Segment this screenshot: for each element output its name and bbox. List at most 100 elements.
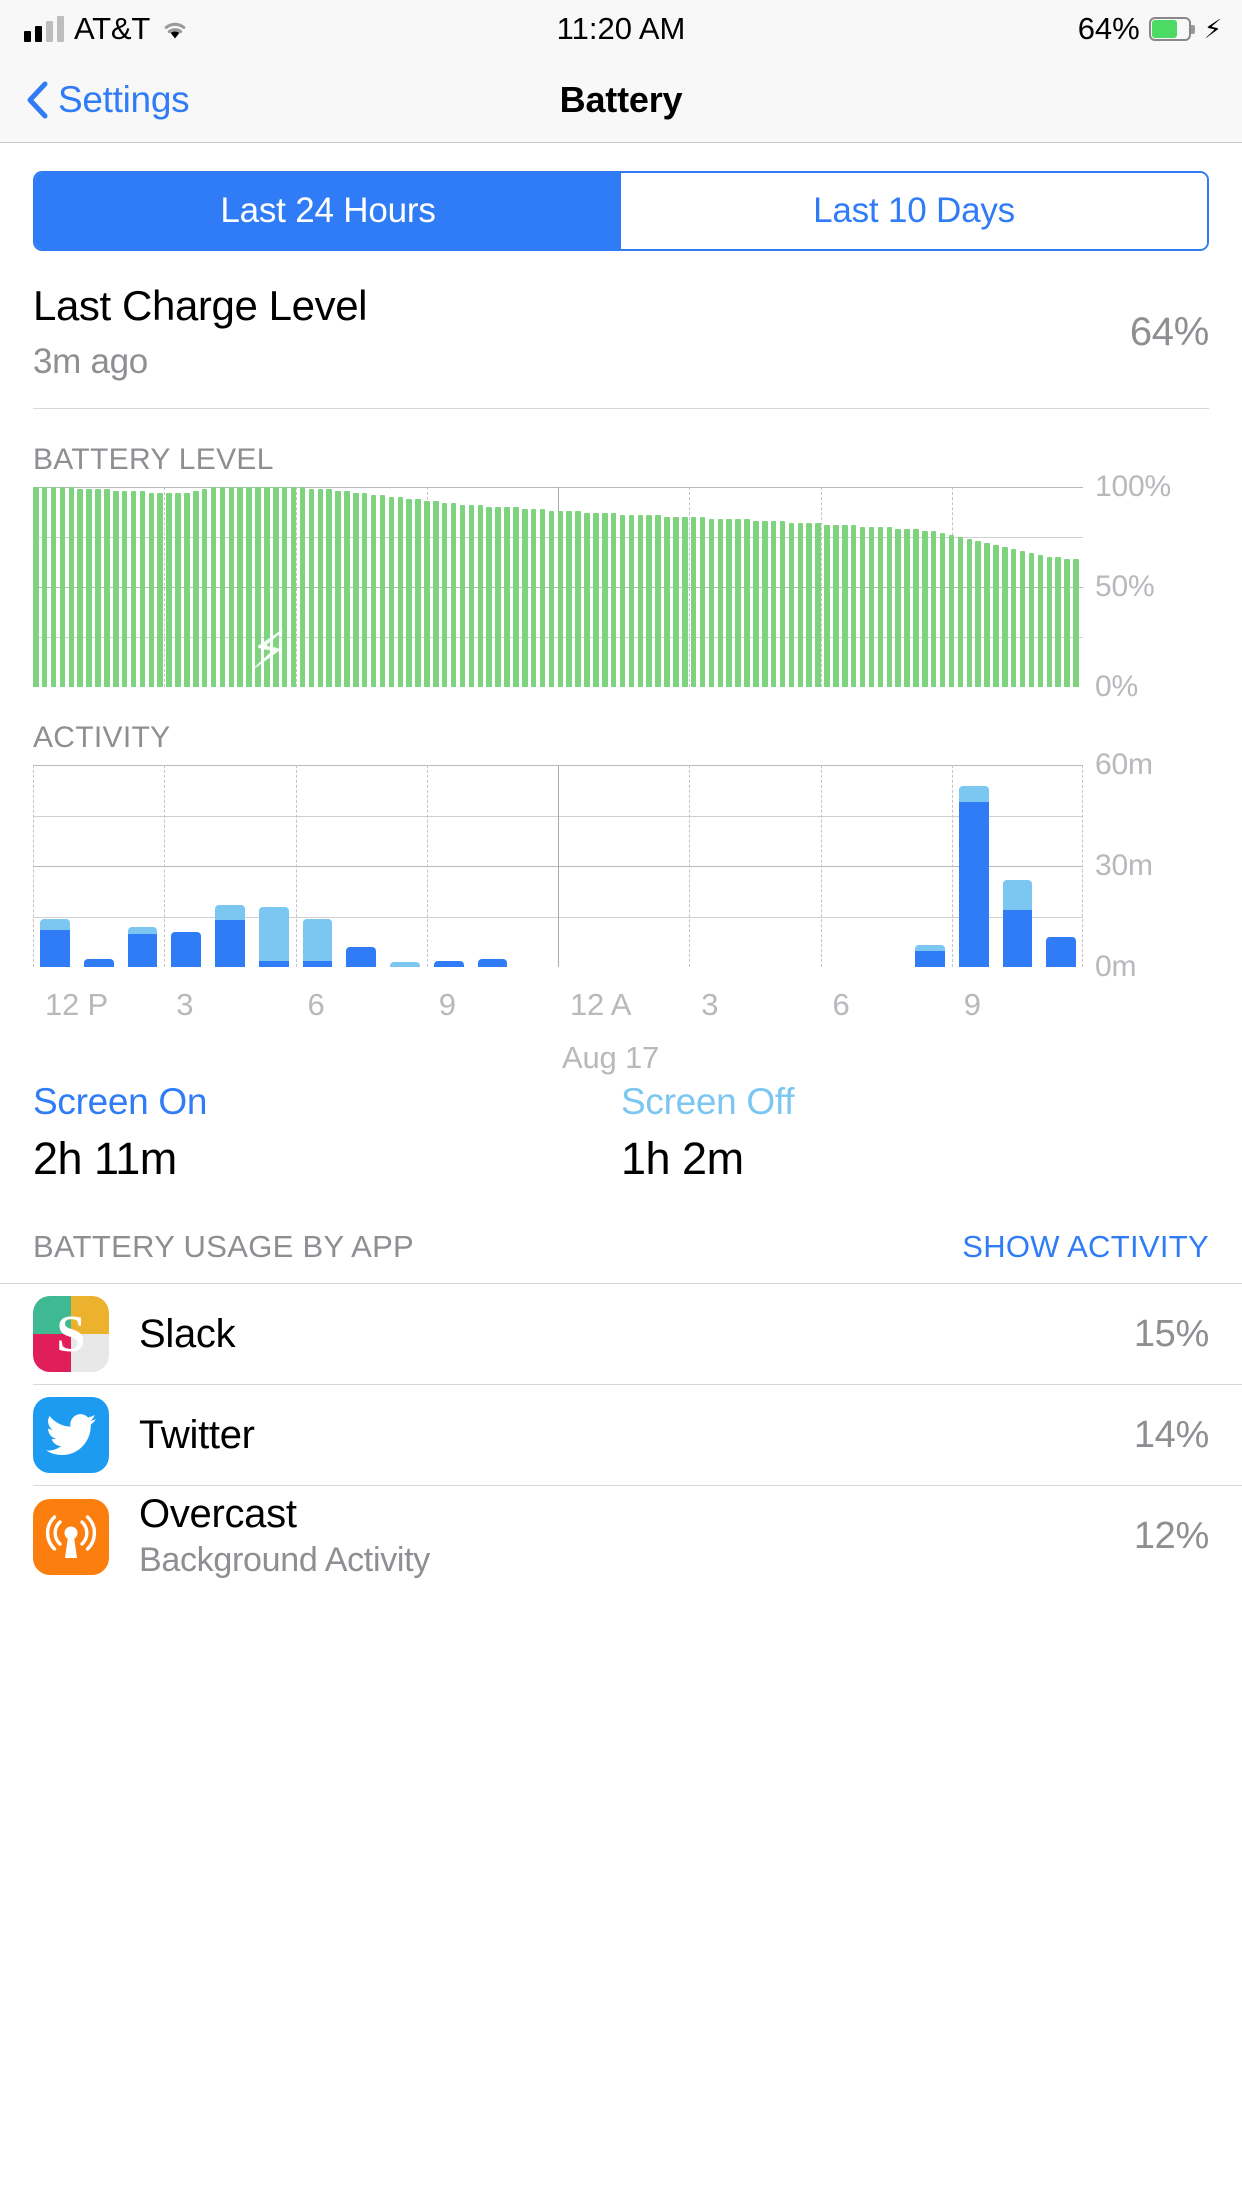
battery-level-bar: [726, 519, 732, 688]
activity-ytick-0m: 0m: [1095, 950, 1137, 984]
app-meta: Twitter: [139, 1414, 1134, 1456]
battery-level-bar: [379, 495, 386, 688]
clock: 11:20 AM: [556, 11, 686, 46]
battery-level-bar: [1037, 555, 1044, 688]
activity-bar-screen-on: [83, 958, 114, 968]
battery-level-bar: [201, 489, 208, 688]
activity-bar-screen-off: [1002, 879, 1033, 911]
activity-section-label: ACTIVITY: [33, 721, 171, 755]
screen-on-block: Screen On 2h 11m: [33, 1081, 621, 1185]
battery-level-section-label: BATTERY LEVEL: [33, 443, 274, 477]
app-name: Overcast: [139, 1492, 297, 1537]
battery-level-bar: [1055, 557, 1061, 688]
screen-off-block: Screen Off 1h 2m: [621, 1081, 1209, 1185]
tab-last-10-days[interactable]: Last 10 Days: [621, 173, 1207, 249]
activity-bar: [215, 905, 245, 968]
battery-level-bar: [477, 505, 484, 688]
battery-level-bar: [664, 517, 670, 688]
battery-level-bar: [290, 487, 297, 688]
battery-level-bar: [628, 515, 635, 688]
table-row[interactable]: Overcast Background Activity 12%: [33, 1486, 1242, 1587]
battery-level-bar: [299, 487, 306, 688]
last-charge-title: Last Charge Level: [33, 282, 368, 329]
activity-x-label: 6: [307, 987, 325, 1023]
battery-level-bar: [682, 517, 688, 688]
activity-bar: [258, 906, 289, 968]
battery-level-bar: [806, 523, 812, 688]
activity-x-label: 12 P: [45, 987, 108, 1023]
battery-level-bar: [637, 515, 644, 688]
battery-level-bar: [433, 501, 439, 688]
battery-level-bar: [486, 507, 492, 688]
app-percent: 15%: [1133, 1312, 1209, 1355]
battery-level-bar: [521, 509, 528, 688]
activity-bar: [127, 926, 158, 968]
activity-bar-screen-off: [40, 918, 70, 931]
battery-level-bar: [646, 515, 652, 688]
activity-bar: [302, 918, 333, 968]
battery-level-bar: [779, 521, 786, 688]
battery-level-bar: [655, 515, 661, 688]
battery-ytick-50: 50%: [1095, 570, 1155, 604]
activity-bar-screen-on: [958, 802, 989, 968]
battery-level-bar: [975, 541, 981, 688]
battery-level-bar: [1010, 549, 1017, 688]
battery-level-bar: [939, 533, 946, 688]
activity-bar: [83, 958, 114, 968]
app-meta: Slack: [139, 1313, 1134, 1355]
activity-bar-screen-on: [433, 960, 464, 968]
battery-level-bar: [797, 523, 804, 688]
battery-level-bar: [388, 497, 395, 688]
battery-level-bar: [210, 487, 217, 688]
battery-level-bar: [815, 523, 821, 688]
battery-level-bar: [148, 493, 155, 688]
last-charge-text: Last Charge Level 3m ago: [33, 283, 1130, 382]
activity-bar-screen-off: [127, 926, 158, 934]
battery-level-bar: [753, 521, 759, 688]
table-row[interactable]: S Slack 15%: [33, 1284, 1242, 1386]
activity-ytick-60m: 60m: [1095, 748, 1153, 782]
battery-level-bar: [495, 507, 501, 688]
page-title: Battery: [559, 79, 683, 120]
screen-off-value: 1h 2m: [621, 1133, 744, 1185]
battery-level-bar: [824, 525, 830, 688]
screen-on-value: 2h 11m: [33, 1133, 177, 1185]
show-activity-button[interactable]: SHOW ACTIVITY: [962, 1229, 1209, 1265]
activity-bar-screen-off: [302, 918, 333, 961]
battery-level-bar: [121, 491, 128, 688]
activity-x-label: 9: [438, 987, 456, 1023]
battery-level-bar: [966, 539, 973, 688]
battery-level-bar: [744, 519, 750, 688]
battery-level-bar: [770, 521, 777, 688]
screen-time-summary: Screen On 2h 11m Screen Off 1h 2m: [33, 1081, 1209, 1185]
table-row[interactable]: Twitter 14%: [33, 1385, 1242, 1487]
time-range-segmented-control[interactable]: Last 24 Hours Last 10 Days: [33, 171, 1209, 251]
activity-bar: [390, 962, 420, 968]
battery-level-bar: [584, 513, 590, 688]
battery-level-bar: [842, 525, 848, 688]
battery-level-bar: [139, 491, 146, 688]
battery-level-bar: [308, 489, 315, 688]
activity-bars: [33, 765, 1083, 968]
battery-level-bar: [184, 493, 190, 688]
battery-level-bar: [441, 503, 448, 688]
activity-bar: [171, 932, 201, 968]
activity-bar-screen-on: [302, 960, 333, 968]
twitter-app-icon: [33, 1397, 109, 1474]
activity-x-label: 12 A: [570, 987, 632, 1023]
activity-bar-screen-on: [171, 932, 201, 968]
battery-level-bar: [690, 517, 697, 688]
activity-bar-screen-off: [258, 906, 289, 961]
tab-last-24-hours[interactable]: Last 24 Hours: [35, 173, 621, 249]
battery-level-bar: [41, 487, 48, 688]
battery-level-bar: [468, 505, 475, 688]
battery-usage-header: BATTERY USAGE BY APP SHOW ACTIVITY: [33, 1229, 1209, 1283]
battery-level-bar: [397, 497, 404, 688]
battery-level-bar: [984, 543, 990, 688]
battery-level-bar: [68, 487, 75, 688]
battery-ytick-100: 100%: [1095, 470, 1171, 504]
activity-bar-screen-on: [127, 933, 158, 968]
battery-level-bar: [548, 511, 555, 688]
battery-level-bar: [877, 527, 884, 688]
battery-level-bar: [370, 495, 377, 688]
